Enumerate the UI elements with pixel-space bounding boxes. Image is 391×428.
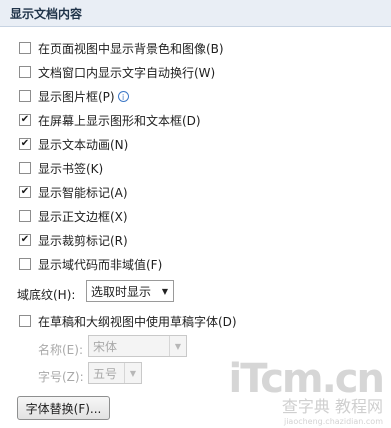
option-label: 在屏幕上显示图形和文本框(D) (38, 113, 201, 128)
option-text-animation[interactable]: ✔ 显示文本动画(N) (19, 135, 128, 153)
font-name-select[interactable]: 宋体 ▼ (88, 335, 187, 357)
checkbox[interactable]: ✔ (19, 138, 31, 150)
option-label: 显示文本动画(N) (38, 137, 129, 152)
check-icon: ✔ (20, 186, 30, 197)
checkbox[interactable] (19, 66, 31, 78)
font-name-value: 宋体 (93, 339, 118, 354)
watermark-url: jiaocheng.chazidian.com (283, 417, 383, 426)
font-size-value: 五号 (93, 366, 118, 381)
option-field-codes[interactable]: 显示域代码而非域值(F) (19, 255, 162, 273)
option-label: 显示图片框(P) (38, 89, 115, 104)
checkbox[interactable] (19, 210, 31, 222)
dropdown-arrow-icon[interactable]: ▼ (157, 281, 173, 301)
checkbox[interactable]: ✔ (19, 114, 31, 126)
option-label: 在草稿和大纲视图中使用草稿字体(D) (38, 314, 237, 329)
option-label: 显示正文边框(X) (38, 209, 128, 224)
watermark-cn: 查字典 教程网 (281, 397, 383, 416)
checkbox[interactable]: ✔ (19, 186, 31, 198)
option-show-background[interactable]: 在页面视图中显示背景色和图像(B) (19, 39, 224, 57)
option-label: 显示智能标记(A) (38, 185, 128, 200)
option-smart-tags[interactable]: ✔ 显示智能标记(A) (19, 183, 128, 201)
font-size-label: 字号(Z): (38, 370, 84, 384)
checkbox[interactable]: ✔ (19, 234, 31, 246)
field-shading-select[interactable]: 选取时显示 ▼ (86, 280, 174, 302)
checkbox[interactable] (19, 42, 31, 54)
checkbox[interactable] (19, 258, 31, 270)
checkbox[interactable] (19, 162, 31, 174)
option-label: 在页面视图中显示背景色和图像(B) (38, 41, 224, 56)
option-drawings-textboxes[interactable]: ✔ 在屏幕上显示图形和文本框(D) (19, 111, 201, 129)
option-wrap-text[interactable]: 文档窗口内显示文字自动换行(W) (19, 63, 215, 81)
check-icon: ✔ (20, 138, 30, 149)
watermark: iTcm.cn 查字典 教程网 jiaocheng.chazidian.com (228, 356, 385, 426)
check-icon: ✔ (20, 234, 30, 245)
option-picture-placeholders[interactable]: 显示图片框(P) i (19, 87, 129, 105)
option-text-boundaries[interactable]: 显示正文边框(X) (19, 207, 128, 225)
section-header: 显示文档内容 (0, 0, 391, 27)
checkbox[interactable] (19, 90, 31, 102)
section-title: 显示文档内容 (10, 7, 83, 21)
check-icon: ✔ (20, 114, 30, 125)
dropdown-arrow-icon[interactable]: ▼ (124, 363, 141, 383)
option-draft-font[interactable]: 在草稿和大纲视图中使用草稿字体(D) (19, 312, 237, 330)
option-bookmarks[interactable]: 显示书签(K) (19, 159, 103, 177)
font-substitution-label: 字体替换(F)... (25, 401, 102, 416)
font-substitution-button[interactable]: 字体替换(F)... (17, 396, 110, 420)
option-crop-marks[interactable]: ✔ 显示裁剪标记(R) (19, 231, 128, 249)
watermark-logo: iTcm.cn (228, 356, 385, 402)
field-shading-value: 选取时显示 (91, 284, 152, 299)
option-label: 显示书签(K) (38, 161, 104, 176)
option-label: 显示域代码而非域值(F) (38, 257, 163, 272)
font-name-label: 名称(E): (38, 343, 83, 357)
dropdown-arrow-icon[interactable]: ▼ (169, 336, 186, 356)
option-label: 文档窗口内显示文字自动换行(W) (38, 65, 216, 80)
field-shading-label: 域底纹(H): (17, 288, 76, 302)
info-icon[interactable]: i (117, 90, 129, 102)
font-size-select[interactable]: 五号 ▼ (88, 362, 142, 384)
option-label: 显示裁剪标记(R) (38, 233, 128, 248)
checkbox[interactable] (19, 315, 31, 327)
